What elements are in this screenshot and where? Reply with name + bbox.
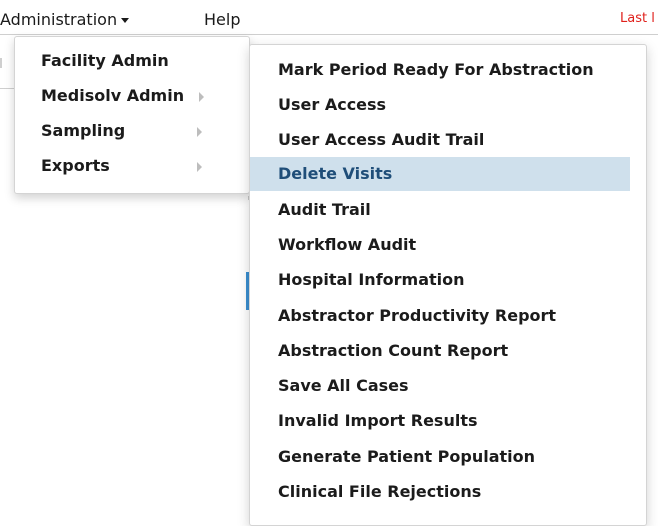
submenu-item-abstractor-productivity-report[interactable]: Abstractor Productivity Report: [250, 299, 630, 333]
submenu-item-mark-period-ready[interactable]: Mark Period Ready For Abstraction: [250, 53, 630, 87]
submenu-item-delete-visits[interactable]: Delete Visits: [250, 157, 630, 191]
submenu-item-label: Hospital Information: [278, 270, 465, 289]
menu-item-label: Sampling: [41, 121, 126, 140]
submenu-item-label: Invalid Import Results: [278, 411, 478, 430]
submenu-item-clinical-file-rejections[interactable]: Clinical File Rejections: [250, 475, 630, 509]
submenu-item-label: Mark Period Ready For Abstraction: [278, 60, 594, 79]
menu-item-medisolv-admin[interactable]: Medisolv Admin: [41, 81, 247, 111]
submenu-item-hospital-information[interactable]: Hospital Information: [250, 263, 630, 297]
help-menu-toggle[interactable]: Help: [204, 9, 240, 31]
background-edge: [0, 88, 14, 89]
menu-item-sampling[interactable]: Sampling: [41, 116, 247, 146]
submenu-item-workflow-audit[interactable]: Workflow Audit: [250, 228, 630, 262]
submenu-item-label: Workflow Audit: [278, 235, 417, 254]
menu-item-label: Exports: [41, 156, 110, 175]
navbar-divider: [0, 34, 658, 35]
submenu-item-generate-patient-population[interactable]: Generate Patient Population: [250, 440, 630, 474]
submenu-item-audit-trail[interactable]: Audit Trail: [250, 193, 630, 227]
submenu-item-label: Clinical File Rejections: [278, 482, 482, 501]
background-edge: [0, 58, 2, 68]
medisolv-admin-submenu: Mark Period Ready For Abstraction User A…: [249, 44, 647, 526]
submenu-item-label: Audit Trail: [278, 200, 371, 219]
administration-menu-toggle[interactable]: Administration: [0, 9, 130, 31]
submenu-item-abstraction-count-report[interactable]: Abstraction Count Report: [250, 334, 630, 368]
menu-item-facility-admin[interactable]: Facility Admin: [41, 46, 247, 76]
submenu-item-save-all-cases[interactable]: Save All Cases: [250, 369, 630, 403]
submenu-item-label: Abstractor Productivity Report: [278, 306, 557, 325]
submenu-item-label: User Access Audit Trail: [278, 130, 485, 149]
submenu-item-label: User Access: [278, 95, 387, 114]
submenu-item-label: Abstraction Count Report: [278, 341, 509, 360]
top-navbar: Administration Help Last l: [0, 0, 658, 34]
submenu-item-invalid-import-results[interactable]: Invalid Import Results: [250, 404, 630, 438]
chevron-right-icon: [199, 92, 204, 102]
menu-item-label: Medisolv Admin: [41, 86, 185, 105]
submenu-item-label: Delete Visits: [278, 164, 393, 183]
menu-item-label: Facility Admin: [41, 51, 169, 70]
submenu-item-user-access[interactable]: User Access: [250, 88, 630, 122]
administration-label: Administration: [0, 10, 118, 29]
chevron-right-icon: [197, 162, 202, 172]
administration-dropdown: Facility Admin Medisolv Admin Sampling E…: [14, 36, 250, 194]
caret-down-icon: [121, 18, 130, 23]
submenu-item-user-access-audit-trail[interactable]: User Access Audit Trail: [250, 123, 630, 157]
submenu-item-label: Save All Cases: [278, 376, 409, 395]
chevron-right-icon: [197, 127, 202, 137]
menu-item-exports[interactable]: Exports: [41, 151, 247, 181]
last-link[interactable]: Last l: [620, 11, 655, 26]
submenu-item-label: Generate Patient Population: [278, 447, 536, 466]
